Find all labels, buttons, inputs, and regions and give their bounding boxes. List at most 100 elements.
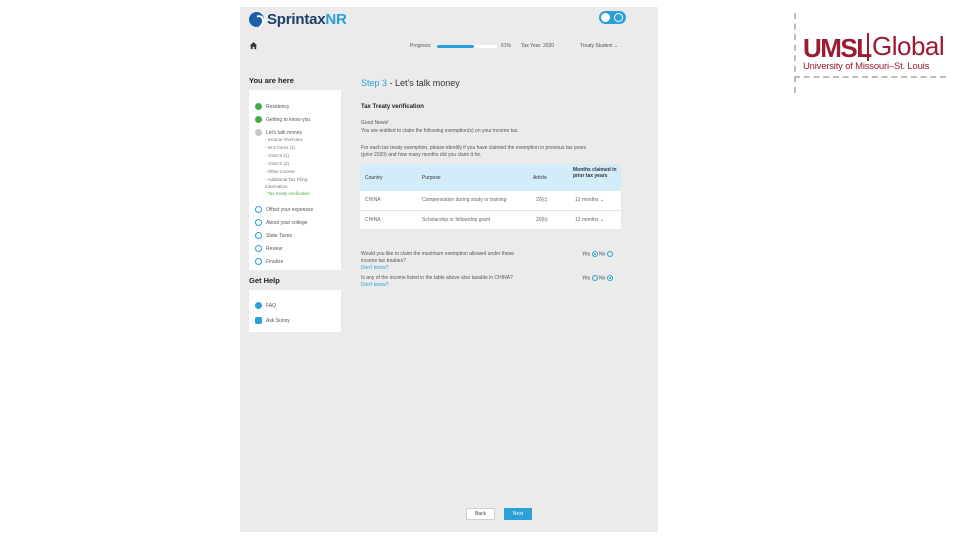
clock-icon <box>255 232 262 239</box>
dashed-divider-vertical <box>794 13 796 93</box>
section-title: Tax Treaty verification <box>361 104 424 110</box>
question-2: Is any of the income listed in the table… <box>361 275 513 281</box>
sidebar-item-offset-expenses[interactable]: Offset your expenses <box>255 206 313 213</box>
umsl-global-logo: UMSL Global University of Missouri–St. L… <box>794 13 946 93</box>
radio-yes-q2[interactable] <box>591 275 598 281</box>
dont-know-link-1[interactable]: Don't know? <box>361 265 388 272</box>
cell-article: 20(b) <box>536 217 548 223</box>
sprintax-logo[interactable]: SprintaxNR <box>249 10 347 28</box>
user-name: Treaty Student <box>580 43 613 49</box>
cell-purpose: Compensation during study or training <box>422 197 507 203</box>
faq-label: FAQ <box>266 302 277 309</box>
brand-name: SprintaxNR <box>267 11 347 28</box>
no-label: No <box>598 251 606 258</box>
accessibility-toggle[interactable] <box>599 11 626 24</box>
clock-icon <box>255 219 262 226</box>
back-button[interactable]: Back <box>466 508 495 520</box>
sidebar-item-review[interactable]: Review <box>255 245 282 252</box>
sidebar-subitem-income-overview[interactable]: - Income Overview <box>265 137 303 142</box>
help-title: Get Help <box>249 276 280 285</box>
sidebar-subitem-1042s-2[interactable]: - 1042-S (2) <box>265 161 289 166</box>
sidebar-item-residency[interactable]: Residency <box>255 103 289 110</box>
progress-label: Progress: <box>410 43 432 49</box>
chevron-down-icon: ⌄ <box>614 43 619 49</box>
progress-sidebar: Residency Getting to know you Let's talk… <box>249 90 341 270</box>
chevron-down-icon: ⌄ <box>599 217 604 223</box>
column-header-country: Country <box>365 175 383 181</box>
dashed-divider-horizontal <box>794 76 946 78</box>
progress-bar-fill <box>437 45 474 48</box>
toggle-knob <box>601 13 610 22</box>
sidebar-item-getting-to-know-you[interactable]: Getting to know you <box>255 116 310 123</box>
instruction-line-2: (prior 2020) and how many months did you… <box>361 152 482 158</box>
good-news-text: Good News! <box>361 120 389 126</box>
radio-no-q1[interactable] <box>606 251 613 257</box>
help-card: FAQ Ask Sunny <box>249 290 341 332</box>
check-icon <box>255 103 262 110</box>
yes-label: Yes <box>582 275 591 282</box>
tax-year: Tax Year: 2020 <box>521 43 555 49</box>
sidebar-item-label: Let's talk money <box>266 129 302 136</box>
yes-label: Yes <box>582 251 591 258</box>
sidebar-item-finalize[interactable]: Finalize <box>255 258 283 265</box>
user-menu[interactable]: Treaty Student ⌄ <box>580 43 618 49</box>
logo-separator <box>867 33 869 61</box>
cell-purpose: Scholarship or fellowship grant <box>422 217 491 223</box>
sprintax-app-screenshot: SprintaxNR Progress: 61% Tax Year: 2020 … <box>240 7 658 532</box>
clock-icon <box>255 245 262 252</box>
cell-article: 20(c) <box>536 197 548 203</box>
home-icon[interactable] <box>249 41 258 50</box>
sprintax-logo-icon <box>249 11 264 27</box>
clock-icon <box>255 206 262 213</box>
column-header-article: Article <box>533 175 547 181</box>
treaty-table: Country Purpose Article Months claimed i… <box>360 164 621 229</box>
months-select[interactable]: 12 months ⌄ <box>575 197 604 203</box>
ask-sunny-link[interactable]: Ask Sunny <box>255 317 290 324</box>
sidebar-item-about-college[interactable]: About your college <box>255 219 307 226</box>
radio-yes-q1[interactable] <box>591 251 598 257</box>
page-title: Step 3 - Let's talk money <box>361 78 460 88</box>
sidebar-item-label: Residency <box>266 103 290 110</box>
months-select-value: 12 months <box>575 217 599 223</box>
sidebar-title: You are here <box>249 76 294 85</box>
instruction-line-1: For each tax treaty exemption, please id… <box>361 145 587 151</box>
sidebar-subitem-tax-treaty[interactable]: - Tax treaty verification <box>265 191 310 196</box>
next-button[interactable]: Next <box>504 508 532 520</box>
faq-link[interactable]: FAQ <box>255 302 276 309</box>
clock-icon <box>255 258 262 265</box>
step-number: Step 3 <box>361 78 388 88</box>
global-wordmark: Global <box>872 31 945 61</box>
sidebar-subitem-additional-filing[interactable]: - Additional Tax Filing <box>265 177 307 182</box>
sidebar-item-label: Finalize <box>266 258 284 265</box>
sidebar-item-label: Getting to know you <box>266 116 311 123</box>
sidebar-item-label: State Taxes <box>266 232 293 239</box>
question-1-line-2: income tax treaties? <box>361 258 406 264</box>
sidebar-subitem-w2[interactable]: - W-2 forms (1) <box>265 145 295 150</box>
step-title: - Let's talk money <box>387 78 460 88</box>
months-select[interactable]: 12 months ⌄ <box>575 217 604 223</box>
dont-know-link-2[interactable]: Don't know? <box>361 282 388 289</box>
progress-value: 61% <box>501 43 512 49</box>
question-1-radio-group: Yes No <box>582 251 613 257</box>
university-full-name: University of Missouri–St. Louis <box>803 61 930 72</box>
brand-name-accent: NR <box>325 10 347 28</box>
question-2-radio-group: Yes No <box>582 275 613 281</box>
sidebar-subitem-other-income[interactable]: - Other income <box>265 169 295 174</box>
sidebar-subitem-1042s-1[interactable]: - 1042-S (1) <box>265 153 289 158</box>
cell-country: CHINA <box>365 197 381 203</box>
sidebar-item-lets-talk-money[interactable]: Let's talk money <box>255 129 302 136</box>
check-icon <box>255 116 262 123</box>
umsl-wordmark: UMSL <box>803 33 872 63</box>
no-label: No <box>598 275 606 282</box>
chevron-down-icon: ⌄ <box>599 197 604 203</box>
sidebar-item-state-taxes[interactable]: State Taxes <box>255 232 292 239</box>
ask-sunny-label: Ask Sunny <box>266 317 290 324</box>
accessibility-icon <box>614 13 623 22</box>
column-header-purpose: Purpose <box>422 175 441 181</box>
entitled-text: You are entitled to claim the following … <box>361 128 519 134</box>
sidebar-item-label: Review <box>266 245 283 252</box>
radio-no-q2[interactable] <box>606 275 613 281</box>
progress-bar <box>437 45 497 48</box>
sidebar-subitem-additional-filing-cont: Information <box>265 184 288 189</box>
row-divider <box>360 210 621 211</box>
